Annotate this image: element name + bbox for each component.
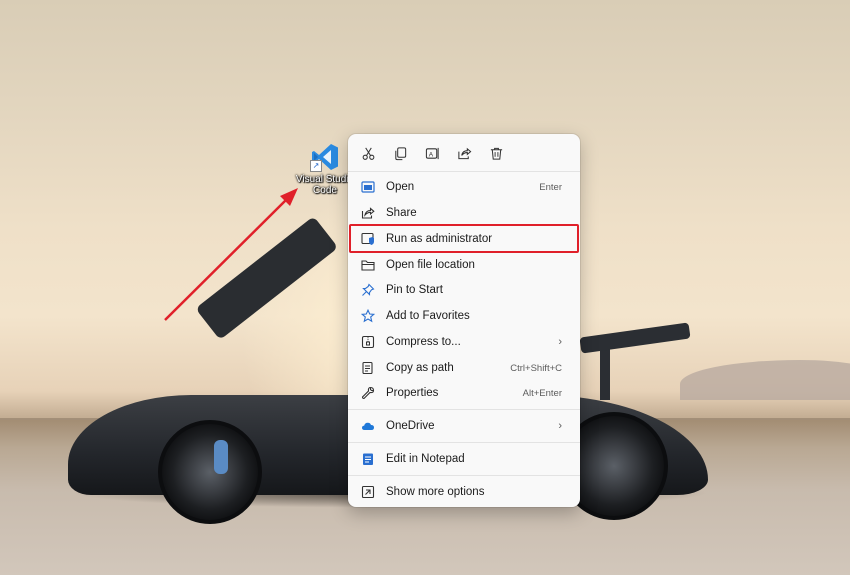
menu-item-compress-to[interactable]: Compress to... › — [352, 330, 576, 354]
star-icon — [360, 308, 376, 324]
menu-item-share[interactable]: Share — [352, 201, 576, 225]
wrench-icon — [360, 385, 376, 401]
menu-item-label: Compress to... — [386, 336, 461, 348]
pin-icon — [360, 282, 376, 298]
menu-item-label: Pin to Start — [386, 284, 443, 296]
app-window-icon — [360, 179, 376, 195]
menu-item-show-more-options[interactable]: Show more options — [352, 480, 576, 504]
menu-item-label: Edit in Notepad — [386, 453, 465, 465]
chevron-right-icon: › — [558, 336, 562, 348]
menu-item-copy-as-path[interactable]: Copy as path Ctrl+Shift+C — [352, 356, 576, 380]
car-front-wheel — [158, 420, 262, 524]
car-brake-caliper — [214, 440, 228, 474]
share-icon — [457, 147, 471, 159]
rename-button[interactable]: A — [422, 143, 442, 163]
shortcut-arrow-icon: ↗ — [310, 160, 322, 172]
context-menu: A Open Enter Share Run as administrator … — [348, 134, 580, 507]
vscode-icon: ↗ — [310, 142, 340, 172]
annotation-highlight-box — [349, 224, 579, 253]
menu-item-label: Share — [386, 207, 417, 219]
chevron-right-icon: › — [558, 420, 562, 432]
menu-item-open[interactable]: Open Enter — [352, 175, 576, 199]
more-options-icon — [360, 484, 376, 500]
menu-item-pin-to-start[interactable]: Pin to Start — [352, 278, 576, 302]
copy-button[interactable] — [390, 143, 410, 163]
notepad-icon — [360, 451, 376, 467]
copy-icon — [394, 146, 406, 160]
delete-button[interactable] — [486, 143, 506, 163]
distant-hill — [680, 360, 850, 400]
menu-item-label: Open file location — [386, 259, 475, 271]
cut-button[interactable] — [358, 143, 378, 163]
menu-separator — [348, 442, 580, 443]
menu-item-label: Show more options — [386, 486, 485, 498]
share-toolbar-button[interactable] — [454, 143, 474, 163]
share-icon — [360, 205, 376, 221]
trash-icon — [490, 147, 502, 160]
menu-separator — [348, 171, 580, 172]
path-icon — [360, 360, 376, 376]
menu-separator — [348, 475, 580, 476]
menu-item-label: Open — [386, 181, 415, 193]
scissors-icon — [362, 147, 374, 160]
menu-item-shortcut: Ctrl+Shift+C — [510, 362, 562, 374]
folder-icon — [360, 257, 376, 273]
rename-icon: A — [425, 147, 439, 159]
menu-item-add-to-favorites[interactable]: Add to Favorites — [352, 304, 576, 328]
menu-item-shortcut: Enter — [539, 181, 562, 193]
menu-item-label: OneDrive — [386, 420, 435, 432]
menu-item-edit-in-notepad[interactable]: Edit in Notepad — [352, 447, 576, 471]
menu-item-label: Add to Favorites — [386, 310, 470, 322]
menu-item-label: Copy as path — [386, 362, 454, 374]
cloud-icon — [360, 418, 376, 434]
menu-item-onedrive[interactable]: OneDrive › — [352, 414, 576, 438]
menu-item-properties[interactable]: Properties Alt+Enter — [352, 381, 576, 405]
zip-icon — [360, 334, 376, 350]
menu-item-shortcut: Alt+Enter — [522, 387, 562, 399]
menu-item-open-file-location[interactable]: Open file location — [352, 253, 576, 277]
menu-item-label: Properties — [386, 387, 439, 399]
context-menu-toolbar: A — [348, 134, 580, 170]
svg-text:A: A — [428, 151, 433, 158]
menu-separator — [348, 409, 580, 410]
